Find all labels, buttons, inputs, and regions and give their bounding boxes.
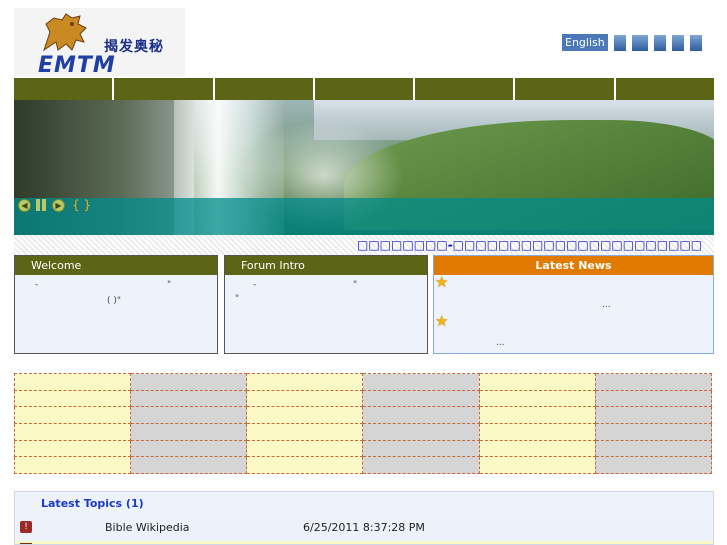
nav-item-2[interactable] [114,78,215,100]
marquee-text[interactable]: □□□□□□□□-□□□□□□□□□□□□□□□□□□□□□□ [357,238,702,252]
welcome-box: Welcome - " ( )" [14,255,218,354]
banner-slideshow: ◀ ▶ { } [14,100,714,235]
nav-item-4[interactable] [314,78,416,100]
slideshow-controls: ◀ ▶ { } [18,198,91,212]
slide-caption: { } [72,198,92,212]
forum-text-3: " [235,294,240,304]
logo-english-text: EMTM [38,53,116,76]
lion-logo-icon [43,13,87,52]
page: 揭发奥秘 EMTM English ◀ ▶ { } □□□□□□□□-□□□□□… [0,0,727,545]
language-option-3[interactable] [653,34,666,51]
pause-icon[interactable] [36,198,47,212]
forum-text-1: - [253,280,257,290]
latest-topics-title[interactable]: Latest Topics (1) [41,497,144,510]
latest-news-title: Latest News [434,256,713,275]
marquee-bar: □□□□□□□□-□□□□□□□□□□□□□□□□□□□□□□ [14,235,714,255]
language-bar: English [562,34,702,51]
nav-item-3[interactable] [214,78,315,100]
banner-caption-overlay [14,198,714,235]
next-icon[interactable]: ▶ [52,198,65,212]
news-item-2[interactable]: ... [496,338,505,348]
main-navbar [14,78,714,100]
nav-item-5[interactable] [415,78,516,100]
star-icon: ★ [435,312,449,330]
english-button[interactable]: English [562,34,608,51]
language-option-5[interactable] [689,34,702,51]
news-item-1[interactable]: ... [602,300,611,310]
language-option-1[interactable] [613,34,626,51]
previous-icon[interactable]: ◀ [18,198,31,212]
forum-intro-box: Forum Intro - " " [224,255,428,354]
language-option-2[interactable] [631,34,648,51]
latest-topics-panel: Latest Topics (1) ! Bible Wikipedia 6/25… [14,491,714,545]
category-grid [13,373,713,474]
welcome-text-1: - [35,280,39,290]
forum-text-2: " [353,280,358,290]
latest-news-box: Latest News ★ ... ★ ... [433,255,714,354]
nav-item-1[interactable] [14,78,115,100]
language-option-4[interactable] [671,34,684,51]
welcome-text-3: ( )" [107,296,122,306]
star-icon: ★ [435,273,449,291]
welcome-text-2: " [167,280,172,290]
nav-item-7[interactable] [615,78,714,100]
topic-row-partial [15,541,713,544]
topic-row[interactable]: ! Bible Wikipedia 6/25/2011 8:37:28 PM [15,518,713,540]
site-logo[interactable]: 揭发奥秘 EMTM [14,8,185,76]
topic-date: 6/25/2011 8:37:28 PM [303,521,425,534]
topic-icon: ! [20,521,32,533]
nav-item-6[interactable] [515,78,616,100]
welcome-title: Welcome [15,256,217,275]
forum-intro-title: Forum Intro [225,256,427,275]
topic-name[interactable]: Bible Wikipedia [105,521,190,534]
